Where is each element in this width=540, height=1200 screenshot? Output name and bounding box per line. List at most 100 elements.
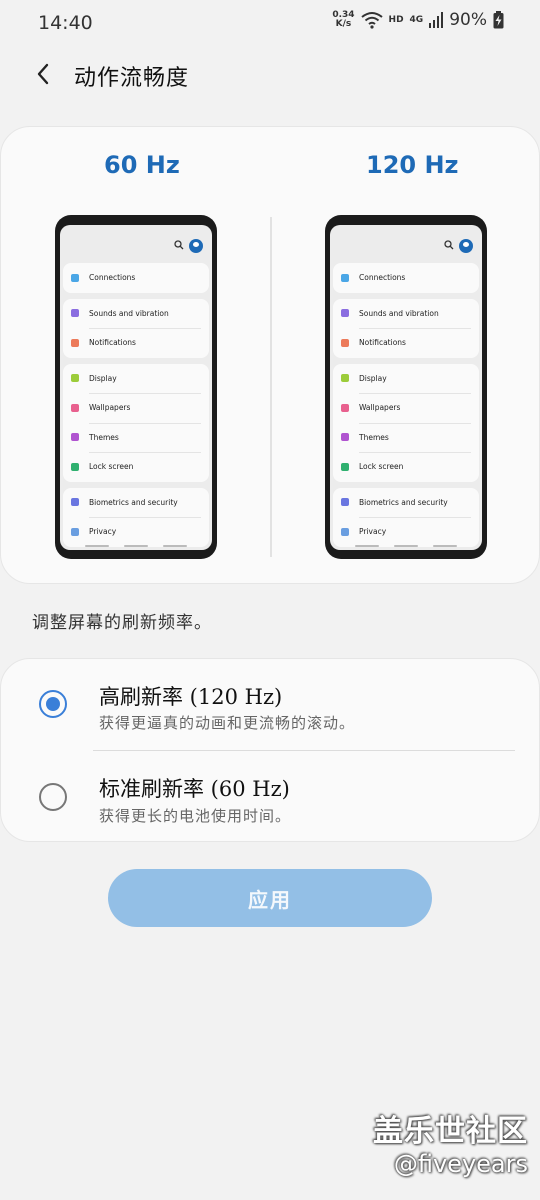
screen-top-bar — [330, 225, 482, 263]
status-icons: 0.34 K/s HD 4G 90% — [332, 10, 504, 30]
phone-screen: Connections Sounds and vibration Notificat… — [60, 225, 212, 550]
settings-item-label: Privacy — [89, 527, 117, 537]
image-icon — [71, 403, 79, 412]
avatar-icon — [459, 239, 473, 253]
settings-item: Themes — [333, 422, 479, 453]
option-subtitle: 获得更逼真的动画和更流畅的滚动。 — [99, 714, 356, 732]
settings-item: Notifications — [63, 328, 209, 358]
settings-item: Lock screen — [63, 452, 209, 482]
settings-item: Display — [333, 364, 479, 394]
watermark-cn: 盖乐世社区 — [373, 1114, 528, 1149]
settings-group: Display Wallpapers Themes Lock screen — [333, 363, 479, 482]
speaker-icon — [341, 309, 349, 318]
signal-icon — [429, 12, 444, 28]
search-icon — [444, 240, 454, 250]
shield-icon — [71, 498, 79, 507]
refresh-rate-options: 高刷新率 (120 Hz) 获得更逼真的动画和更流畅的滚动。 标准刷新率 (60… — [0, 658, 540, 842]
settings-item-label: Notifications — [359, 338, 406, 348]
settings-item: Wallpapers — [333, 393, 479, 423]
label-120hz: 120 Hz — [366, 151, 459, 179]
net-speed-unit: K/s — [335, 19, 352, 29]
settings-item-label: Display — [359, 373, 387, 383]
phone-preview-60hz: Connections Sounds and vibration Notificat… — [55, 215, 217, 559]
settings-item: Connections — [63, 263, 209, 293]
apply-button[interactable]: 应用 — [108, 869, 432, 927]
watermark-en: @fiveyears — [393, 1150, 528, 1178]
preview-card: 60 Hz 120 Hz Connections Sounds and vibra… — [0, 126, 540, 584]
settings-item-label: Connections — [89, 273, 136, 283]
avatar-icon — [189, 239, 203, 253]
phone-preview-120hz: Connections Sounds and vibration Notificat… — [325, 215, 487, 559]
description-text: 调整屏幕的刷新频率。 — [32, 613, 212, 633]
brush-icon — [341, 433, 349, 442]
battery-charging-icon — [493, 11, 504, 29]
image-icon — [341, 403, 349, 412]
page-title: 动作流畅度 — [74, 66, 190, 91]
mini-navbar — [60, 542, 212, 550]
shield-icon — [341, 498, 349, 507]
lock-icon — [71, 462, 79, 471]
settings-item-label: Sounds and vibration — [89, 308, 169, 318]
back-button[interactable] — [28, 58, 58, 90]
sun-icon — [71, 374, 79, 383]
battery-percent: 90% — [449, 10, 487, 30]
sun-icon — [341, 374, 349, 383]
bell-icon — [71, 338, 79, 347]
settings-item-label: Wallpapers — [89, 403, 131, 413]
wifi-icon — [360, 12, 383, 29]
settings-list: Connections Sounds and vibration Notificat… — [60, 263, 212, 547]
settings-item: Notifications — [333, 328, 479, 358]
net-speed: 0.34 K/s — [332, 11, 354, 29]
status-time: 14:40 — [38, 12, 93, 34]
settings-item: Themes — [63, 422, 209, 453]
settings-list: Connections Sounds and vibration Notificat… — [330, 263, 482, 547]
option-high-refresh[interactable]: 高刷新率 (120 Hz) 获得更逼真的动画和更流畅的滚动。 — [1, 659, 540, 751]
wifi-icon — [71, 273, 79, 282]
settings-item-label: Privacy — [359, 527, 387, 537]
settings-item-label: Notifications — [89, 338, 136, 348]
settings-item-label: Wallpapers — [359, 403, 401, 413]
brush-icon — [71, 433, 79, 442]
settings-item: Connections — [333, 263, 479, 293]
label-60hz: 60 Hz — [104, 151, 180, 179]
privacy-icon — [71, 527, 79, 536]
settings-item-label: Display — [89, 373, 117, 383]
speaker-icon — [71, 309, 79, 318]
chevron-left-icon — [37, 63, 49, 85]
settings-item-label: Biometrics and security — [359, 497, 448, 507]
option-title: 高刷新率 (120 Hz) — [99, 685, 283, 709]
bell-icon — [341, 338, 349, 347]
settings-item-label: Themes — [89, 432, 119, 442]
preview-divider — [270, 217, 272, 557]
radio-button-selected[interactable] — [39, 690, 67, 718]
screen-top-bar — [60, 225, 212, 263]
settings-group: Connections — [333, 263, 479, 293]
option-standard-refresh[interactable]: 标准刷新率 (60 Hz) 获得更长的电池使用时间。 — [1, 751, 540, 843]
settings-item: Wallpapers — [63, 393, 209, 423]
settings-group: Connections — [63, 263, 209, 293]
settings-item: Sounds and vibration — [63, 299, 209, 329]
settings-item: Sounds and vibration — [333, 299, 479, 329]
option-title: 标准刷新率 (60 Hz) — [99, 777, 290, 801]
settings-group: Biometrics and security Privacy — [333, 487, 479, 547]
settings-item: Biometrics and security — [63, 488, 209, 518]
settings-item-label: Lock screen — [89, 462, 134, 472]
privacy-icon — [341, 527, 349, 536]
settings-item-label: Sounds and vibration — [359, 308, 439, 318]
settings-item: Lock screen — [333, 452, 479, 482]
settings-item: Display — [63, 364, 209, 394]
settings-item-label: Lock screen — [359, 462, 404, 472]
settings-group: Display Wallpapers Themes Lock screen — [63, 363, 209, 482]
radio-button-unselected[interactable] — [39, 783, 67, 811]
phone-screen: Connections Sounds and vibration Notificat… — [330, 225, 482, 550]
mini-navbar — [330, 542, 482, 550]
settings-group: Sounds and vibration Notifications — [63, 298, 209, 358]
settings-group: Sounds and vibration Notifications — [333, 298, 479, 358]
status-bar: 14:40 0.34 K/s HD 4G 90% — [0, 0, 540, 44]
header: 动作流畅度 — [0, 50, 540, 100]
search-icon — [174, 240, 184, 250]
settings-group: Biometrics and security Privacy — [63, 487, 209, 547]
hd-indicator: HD — [388, 15, 404, 25]
settings-item-label: Themes — [359, 432, 389, 442]
network-type: 4G — [409, 15, 424, 25]
